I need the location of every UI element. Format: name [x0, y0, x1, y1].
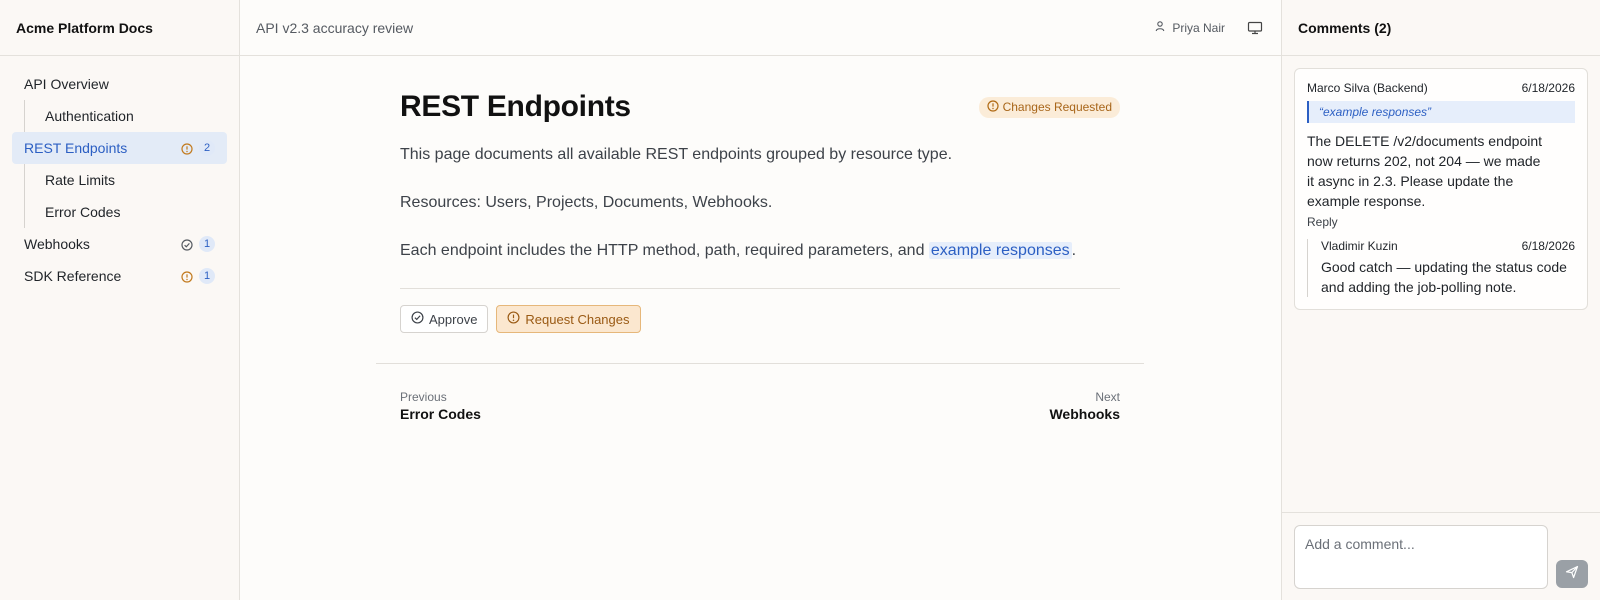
- comments-panel: Comments (2) Marco Silva (Backend) 6/18/…: [1281, 0, 1600, 600]
- sidebar-item-rate-limits[interactable]: Rate Limits: [12, 164, 227, 196]
- sidebar-item-webhooks[interactable]: Webhooks 1: [12, 228, 227, 260]
- comments-title: Comments (2): [1282, 0, 1600, 56]
- warning-circle-icon: [986, 99, 999, 115]
- pager-divider: [376, 363, 1144, 364]
- content-wrap: REST Endpoints Changes Requested This pa…: [240, 56, 1281, 422]
- comment-header: Marco Silva (Backend) 6/18/2026: [1307, 81, 1575, 95]
- paragraph-3-text: Each endpoint includes the HTTP method, …: [400, 242, 929, 259]
- page-pager: Previous Error Codes Next Webhooks: [400, 390, 1120, 422]
- comment-thread: Marco Silva (Backend) 6/18/2026 “example…: [1294, 68, 1588, 310]
- comment-quote[interactable]: “example responses”: [1307, 101, 1575, 123]
- sidebar-item-meta: 1: [181, 268, 215, 284]
- check-circle-icon: [411, 311, 424, 327]
- sidebar-item-label: REST Endpoints: [24, 140, 128, 156]
- paragraph-2: Resources: Users, Projects, Documents, W…: [400, 194, 773, 211]
- doc-nav: API Overview Authentication REST Endpoin…: [0, 56, 239, 292]
- next-caption: Next: [1095, 390, 1120, 404]
- sidebar-item-label: API Overview: [24, 76, 109, 92]
- sidebar-item-label: Webhooks: [24, 236, 90, 252]
- comment-date: 6/18/2026: [1521, 81, 1575, 95]
- sidebar-item-api-overview[interactable]: API Overview: [12, 68, 227, 100]
- doc-content: REST Endpoints Changes Requested This pa…: [376, 90, 1144, 422]
- send-icon: [1565, 565, 1579, 584]
- app-title: Acme Platform Docs: [0, 0, 239, 56]
- main-area: API v2.3 accuracy review Priya Nair REST…: [240, 0, 1281, 600]
- warning-circle-icon: [181, 142, 193, 155]
- comment-author: Marco Silva (Backend): [1307, 81, 1428, 95]
- next-page-link[interactable]: Next Webhooks: [1049, 390, 1120, 422]
- reply-date: 6/18/2026: [1521, 239, 1575, 253]
- sidebar-item-rest-endpoints[interactable]: REST Endpoints 2: [12, 132, 227, 164]
- title-row: REST Endpoints Changes Requested: [400, 90, 1120, 124]
- comment-input[interactable]: [1294, 525, 1548, 589]
- warning-circle-icon: [507, 311, 520, 327]
- user-name: Priya Nair: [1172, 20, 1225, 35]
- page-title: REST Endpoints: [400, 90, 631, 123]
- request-changes-button[interactable]: Request Changes: [496, 305, 641, 333]
- reply-author: Vladimir Kuzin: [1321, 239, 1398, 253]
- approve-label: Approve: [429, 311, 478, 327]
- paragraph-1: This page documents all available REST e…: [400, 146, 953, 163]
- warning-circle-icon: [181, 270, 193, 283]
- status-badge: Changes Requested: [978, 96, 1120, 118]
- previous-page-link[interactable]: Previous Error Codes: [400, 390, 481, 422]
- sidebar-item-authentication[interactable]: Authentication: [12, 100, 227, 132]
- app: Acme Platform Docs API Overview Authenti…: [0, 0, 1600, 600]
- paragraph-3-end: .: [1071, 242, 1077, 259]
- status-badge-label: Changes Requested: [1002, 100, 1112, 114]
- sidebar-item-label: SDK Reference: [24, 268, 122, 284]
- sidebar-item-label: Authentication: [45, 108, 134, 124]
- topbar: API v2.3 accuracy review Priya Nair: [240, 0, 1281, 56]
- request-changes-label: Request Changes: [525, 311, 630, 327]
- commented-highlight[interactable]: example responses: [928, 242, 1072, 259]
- sidebar-item-meta: 1: [181, 236, 215, 252]
- comment-text: The DELETE /v2/documents endpoint now re…: [1307, 133, 1543, 209]
- sidebar-item-meta: 2: [181, 140, 215, 156]
- divider: [400, 288, 1120, 289]
- approve-button[interactable]: Approve: [400, 305, 489, 333]
- sidebar-item-error-codes[interactable]: Error Codes: [12, 196, 227, 228]
- comment-count-badge: 1: [199, 236, 215, 252]
- review-actions: Approve Request Changes: [400, 305, 1120, 333]
- reply-button[interactable]: Reply: [1307, 215, 1575, 229]
- previous-caption: Previous: [400, 390, 447, 404]
- sidebar: Acme Platform Docs API Overview Authenti…: [0, 0, 240, 600]
- check-circle-icon: [181, 238, 193, 251]
- sidebar-item-sdk-reference[interactable]: SDK Reference 1: [12, 260, 227, 292]
- current-user[interactable]: Priya Nair: [1154, 20, 1225, 35]
- paragraph-3: Each endpoint includes the HTTP method, …: [400, 240, 1120, 262]
- reply: Vladimir Kuzin 6/18/2026 Good catch — up…: [1307, 239, 1575, 297]
- previous-target: Error Codes: [400, 406, 481, 422]
- reply-text: Good catch — updating the status code an…: [1321, 259, 1567, 295]
- monitor-icon[interactable]: [1245, 18, 1265, 38]
- comments-body: Marco Silva (Backend) 6/18/2026 “example…: [1282, 56, 1600, 512]
- comment-count-badge: 1: [199, 268, 215, 284]
- send-button[interactable]: [1556, 560, 1588, 588]
- user-icon: [1154, 20, 1166, 35]
- sidebar-item-label: Rate Limits: [45, 172, 116, 188]
- comment-composer: [1282, 512, 1600, 600]
- reply-header: Vladimir Kuzin 6/18/2026: [1321, 239, 1575, 253]
- comment-count-badge: 2: [199, 140, 215, 156]
- next-target: Webhooks: [1049, 406, 1120, 422]
- review-title: API v2.3 accuracy review: [256, 19, 414, 36]
- sidebar-item-label: Error Codes: [45, 204, 121, 220]
